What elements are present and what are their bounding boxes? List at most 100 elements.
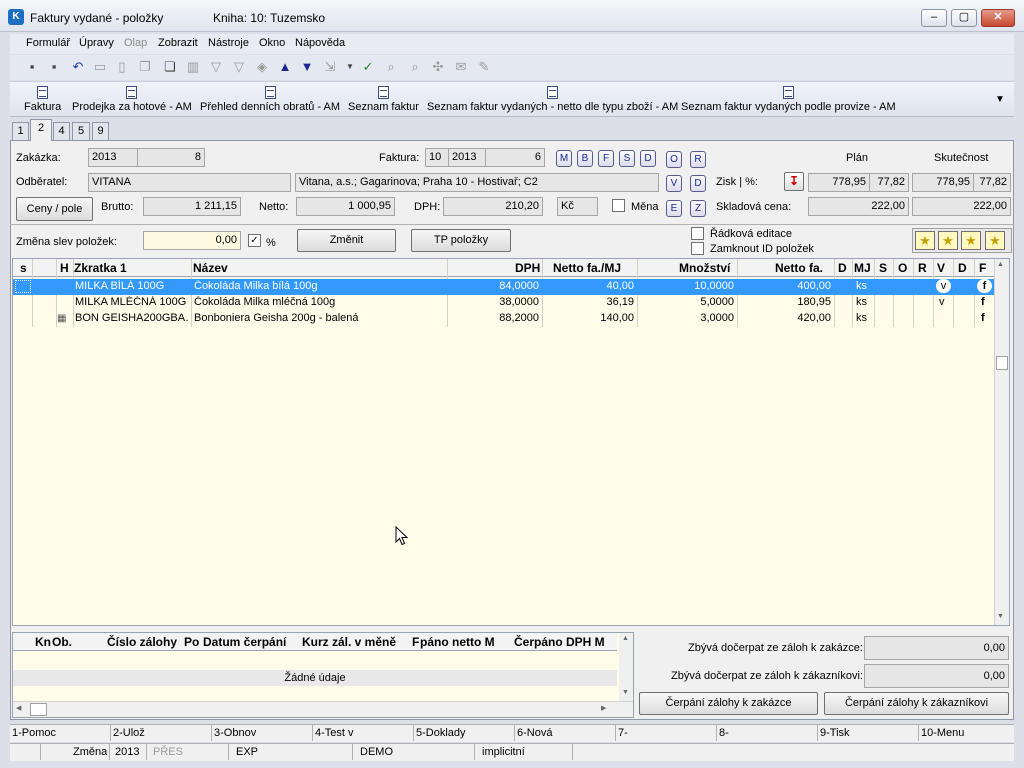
menu-zobrazit[interactable]: Zobrazit xyxy=(158,37,198,49)
items-grid[interactable]: s H Zkratka 1 Název DPH Netto fa./MJ Mno… xyxy=(12,258,1010,626)
shortcut-prehled[interactable]: Přehled denních obratů - AM xyxy=(200,86,340,113)
shortcut-seznam-faktur[interactable]: Seznam faktur xyxy=(348,86,419,113)
menu-olap[interactable]: Olap xyxy=(124,37,147,49)
maximize-button[interactable]: ▢ xyxy=(951,9,977,27)
tab-4[interactable]: 4 xyxy=(53,122,70,140)
scroll-thumb[interactable] xyxy=(30,703,47,716)
z-button[interactable]: Z xyxy=(690,200,706,217)
shortcut-faktura[interactable]: Faktura xyxy=(24,86,61,113)
col-v[interactable]: V xyxy=(937,261,945,275)
shortcut-overflow-icon[interactable]: ▼ xyxy=(995,94,1005,105)
zakazka-number-field[interactable]: 8 xyxy=(137,148,205,167)
menu-okno[interactable]: Okno xyxy=(259,37,285,49)
scroll-thumb[interactable] xyxy=(996,356,1008,370)
layers-icon[interactable]: ◈ xyxy=(254,59,270,75)
col-s2[interactable]: S xyxy=(879,261,887,275)
col-s[interactable]: s xyxy=(20,261,27,275)
cell-f[interactable]: f xyxy=(981,312,991,324)
b-button[interactable]: B xyxy=(577,150,593,167)
mena-checkbox[interactable] xyxy=(612,199,625,212)
o-button[interactable]: O xyxy=(666,151,682,168)
zakazka-year-field[interactable]: 2013 xyxy=(88,148,138,167)
ceny-pole-button[interactable]: Ceny / pole xyxy=(16,197,93,221)
zalohy-vertical-scrollbar[interactable]: ▲ ▼ xyxy=(619,633,633,701)
fkey-4[interactable]: 4-Test v xyxy=(315,727,354,739)
fkey-8[interactable]: 8- xyxy=(719,727,729,739)
col-dph[interactable]: DPH xyxy=(515,261,540,275)
zcol-po[interactable]: Po xyxy=(184,635,199,649)
col-zkratka[interactable]: Zkratka 1 xyxy=(74,261,127,275)
star-remove-icon[interactable]: ★ xyxy=(985,231,1005,250)
tp-polozky-button[interactable]: TP položky xyxy=(411,229,511,252)
cerpani-zakazka-button[interactable]: Čerpání zálohy k zakázce xyxy=(639,692,818,715)
shortcut-seznam-netto[interactable]: Seznam faktur vydaných - netto dle typu … xyxy=(427,86,678,113)
m-button[interactable]: M xyxy=(556,150,572,167)
fkey-6[interactable]: 6-Nová xyxy=(517,727,552,739)
zcol-datum[interactable]: Datum čerpání xyxy=(203,635,286,649)
scroll-right-icon[interactable]: ▶ xyxy=(601,704,606,712)
zmenit-button[interactable]: Změnit xyxy=(297,229,396,252)
shortcut-prodejka[interactable]: Prodejka za hotové - AM xyxy=(72,86,192,113)
col-r[interactable]: R xyxy=(918,261,927,275)
f-button[interactable]: F xyxy=(598,150,614,167)
col-nazev[interactable]: Název xyxy=(193,261,228,275)
fkey-7[interactable]: 7- xyxy=(618,727,628,739)
faktura-number-field[interactable]: 6 xyxy=(485,148,545,167)
r-button[interactable]: R xyxy=(690,151,706,168)
find-icon[interactable]: ⌕ xyxy=(383,59,399,75)
arrow-down-icon[interactable]: ▼ xyxy=(299,59,315,75)
fkey-10[interactable]: 10-Menu xyxy=(921,727,964,739)
zcol-cislo[interactable]: Číslo zálohy xyxy=(107,635,177,649)
radkova-editace-checkbox[interactable] xyxy=(691,227,704,240)
col-mnozstvi[interactable]: Množství xyxy=(679,261,730,275)
star-edit-icon[interactable]: ★ xyxy=(961,231,981,250)
arrow-up-icon[interactable]: ▲ xyxy=(277,59,293,75)
cell-f[interactable]: f xyxy=(981,296,991,308)
shortcut-seznam-provize[interactable]: Seznam faktur vydaných podle provize - A… xyxy=(681,86,896,113)
col-netto-mj[interactable]: Netto fa./MJ xyxy=(553,261,621,275)
fkey-1[interactable]: 1-Pomoc xyxy=(12,727,56,739)
tab-5[interactable]: 5 xyxy=(72,122,90,140)
zisk-arrow-icon[interactable]: ↧ xyxy=(784,172,804,191)
zcol-f[interactable]: F xyxy=(412,635,419,649)
s-button[interactable]: S xyxy=(619,150,635,167)
zcol-kn[interactable]: Kn xyxy=(35,635,51,649)
save-close-icon[interactable]: ▪ xyxy=(46,59,62,75)
star-add-icon[interactable]: ★ xyxy=(938,231,958,250)
scroll-left-icon[interactable]: ◀ xyxy=(16,704,21,712)
fkey-3[interactable]: 3-Obnov xyxy=(214,727,256,739)
col-mj[interactable]: MJ xyxy=(854,261,871,275)
scroll-up-icon[interactable]: ▲ xyxy=(997,261,1004,268)
paste-icon[interactable]: ❏ xyxy=(162,59,178,75)
menu-formular[interactable]: Formulář xyxy=(26,37,70,49)
table-row[interactable]: MILKA BÍLÁ 100G Čokoláda Milka bílá 100g… xyxy=(13,279,995,295)
col-netto[interactable]: Netto fa. xyxy=(775,261,823,275)
tab-2[interactable]: 2 xyxy=(30,119,52,141)
fkey-2[interactable]: 2-Ulož xyxy=(113,727,145,739)
zmena-slev-field[interactable]: 0,00 xyxy=(143,231,241,250)
col-o[interactable]: O xyxy=(898,261,907,275)
save-icon[interactable]: ▪ xyxy=(24,59,40,75)
fkey-5[interactable]: 5-Doklady xyxy=(416,727,466,739)
cell-v[interactable]: v xyxy=(939,296,951,308)
cerpani-zakaznik-button[interactable]: Čerpání zálohy k zákazníkovi xyxy=(824,692,1009,715)
scroll-down-icon[interactable]: ▼ xyxy=(997,613,1004,620)
scroll-up-icon[interactable]: ▲ xyxy=(622,635,629,642)
faktura-year-field[interactable]: 2013 xyxy=(448,148,486,167)
scroll-down-icon[interactable]: ▼ xyxy=(622,689,629,696)
menu-upravy[interactable]: Úpravy xyxy=(79,37,114,49)
tab-1[interactable]: 1 xyxy=(12,122,29,140)
menu-napoveda[interactable]: Nápověda xyxy=(295,37,345,49)
percent-checkbox[interactable]: ✓ xyxy=(248,234,261,247)
copy-icon[interactable]: ❐ xyxy=(137,59,153,75)
tab-9[interactable]: 9 xyxy=(92,122,109,140)
col-d[interactable]: D xyxy=(838,261,847,275)
tools-icon[interactable]: ✣ xyxy=(430,59,446,75)
zcol-cerpano-dph[interactable]: Čerpáno DPH M xyxy=(514,635,605,649)
d-side-button[interactable]: D xyxy=(690,175,706,192)
cell-v[interactable]: v xyxy=(936,279,951,293)
faktura-book-field[interactable]: 10 xyxy=(425,148,449,167)
col-f[interactable]: F xyxy=(979,261,986,275)
e-button[interactable]: E xyxy=(666,200,682,217)
find-next-icon[interactable]: ⌕ xyxy=(407,59,423,75)
